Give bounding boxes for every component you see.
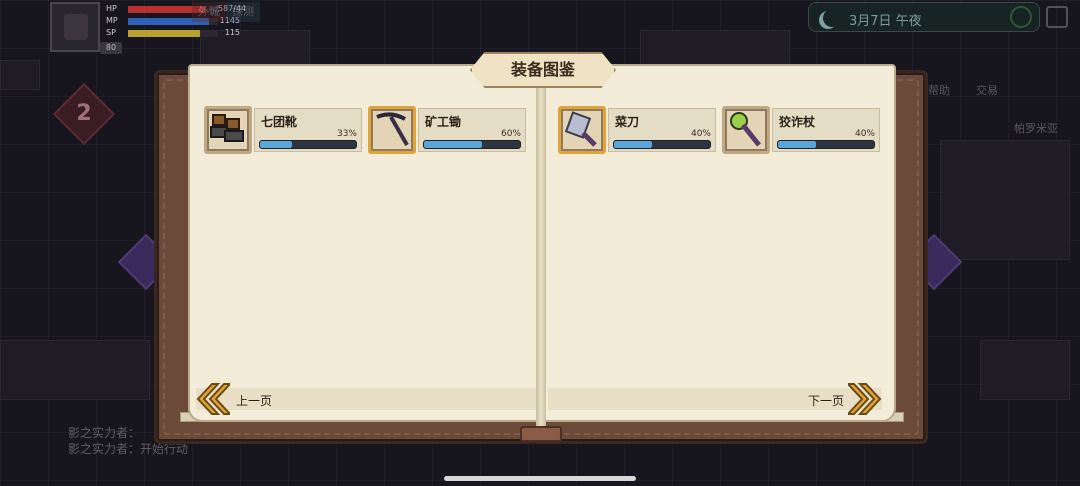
equipment-card[interactable]: 菜刀 40% [558,106,716,154]
date-time-text: 3月7日 午夜 [849,14,922,29]
item-progress-bar [613,140,711,149]
item-progress-text: 60% [500,129,521,139]
area-tag[interactable]: 外城 [192,2,226,22]
sp-label: SP [106,28,116,37]
level-badge: 80 [100,42,122,54]
avatar[interactable] [50,2,100,52]
next-page-label[interactable]: 下一页 [808,392,844,409]
chat-message: 影之实力者： [68,426,141,440]
item-name: 矿工锄 [425,115,462,129]
mp-label: MP [106,16,118,25]
item-progress-text: 40% [690,129,711,139]
item-name: 菜刀 [615,115,640,129]
side-label-trade: 交易 [976,84,998,97]
date-time-panel: 3月7日 午夜 [808,2,1040,32]
exit-icon[interactable] [1046,6,1068,28]
globe-icon[interactable] [1010,6,1032,28]
sp-value: 115 [224,28,240,37]
side-label-help: 帮助 [928,84,950,97]
home-indicator[interactable] [444,476,636,481]
item-progress-text: 40% [854,129,875,139]
hp-label: HP [106,4,117,13]
staff-icon [722,106,770,154]
prev-page-label[interactable]: 上一页 [236,392,272,409]
chevron-right-icon [845,383,882,415]
item-name: 狡诈杖 [779,115,816,129]
prev-page-button[interactable] [194,382,233,416]
equipment-card[interactable]: 狡诈杖 40% [722,106,880,154]
item-progress-bar [777,140,875,149]
side-label-region: 帕罗米亚 [1014,122,1058,135]
equipment-card[interactable]: 矿工锄 60% [368,106,526,154]
bg-tile [0,340,150,400]
bg-tile [940,140,1070,260]
player-hud: HP 587/44 MP 1145 SP 115 80 [50,2,246,54]
chevron-left-icon [196,383,233,415]
item-progress-text: 33% [336,129,357,139]
next-page-button[interactable] [845,382,884,416]
item-progress-bar [259,140,357,149]
pickaxe-icon [368,106,416,154]
stage-number: 2 [76,101,92,126]
bg-tile [0,60,40,90]
sp-bar: SP 115 [106,28,240,38]
equipment-card[interactable]: 七团靴 33% [204,106,362,154]
item-progress-bar [423,140,521,149]
spine-clip [520,426,562,442]
bg-tile [980,340,1070,400]
book-spine [536,64,546,436]
cleaver-icon [558,106,606,154]
detect-tag[interactable]: 探测 [226,2,260,22]
book-title: 装备图鉴 [510,60,575,79]
boots-icon [204,106,252,154]
bg-tile [640,30,790,66]
item-name: 七团靴 [261,115,298,129]
moon-icon [823,9,841,27]
